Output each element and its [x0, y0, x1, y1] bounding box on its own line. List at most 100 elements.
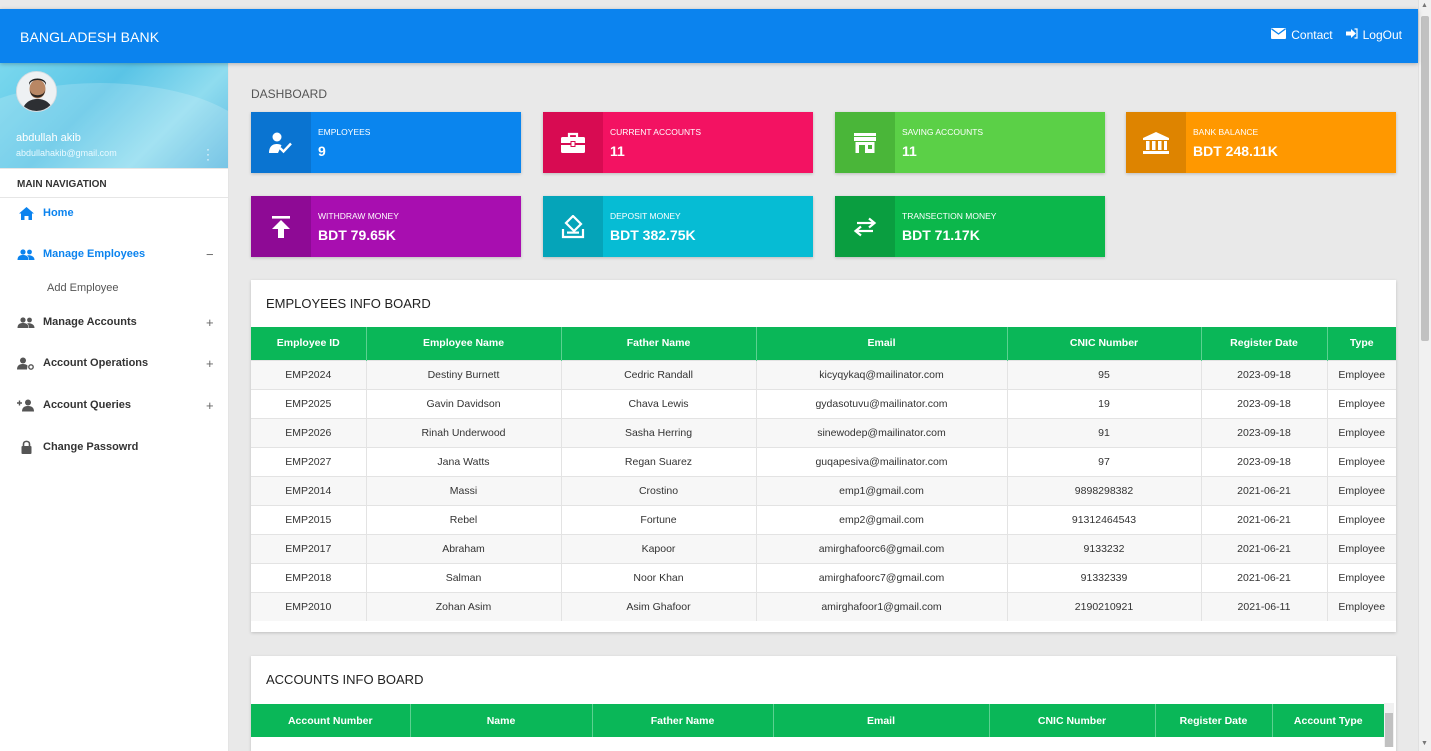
stat-card-employees[interactable]: EMPLOYEES 9 [251, 112, 521, 173]
table-cell: amirghafoorc7@gmail.com [756, 562, 1008, 592]
column-header[interactable]: Employee ID [251, 327, 367, 360]
column-header[interactable]: Employee Name [366, 327, 562, 360]
table-cell: Chava Lewis [561, 388, 757, 418]
table-scrollbar[interactable] [1384, 703, 1394, 747]
table-header-row: Employee ID Employee Name Father Name Em… [251, 327, 1396, 360]
sidebar-item-change-password[interactable]: Change Passowrd [0, 432, 229, 462]
stat-card-saving-accounts[interactable]: SAVING ACCOUNTS 11 [835, 112, 1105, 173]
table-row[interactable]: EMP2014 Massi Crostino emp1@gmail.com 989829… [251, 475, 1396, 505]
contact-link[interactable]: Contact [1271, 28, 1333, 42]
table-cell: Regan Suarez [561, 446, 757, 476]
table-cell: 2023-09-18 [1201, 359, 1328, 389]
stat-value: BDT 71.17K [902, 227, 980, 243]
column-header[interactable]: Register Date [1155, 704, 1273, 737]
user-name: abdullah akib [16, 132, 81, 144]
table-cell: EMP2010 [251, 591, 367, 621]
stat-label: BANK BALANCE [1193, 127, 1259, 137]
brand-title[interactable]: BANGLADESH BANK [20, 29, 159, 45]
column-header[interactable]: Father Name [592, 704, 774, 737]
scroll-down-icon[interactable]: ▼ [1421, 740, 1428, 747]
stat-value: 9 [318, 143, 326, 159]
user-menu-kebab-icon[interactable]: · · · [206, 143, 212, 165]
column-header[interactable]: Type [1327, 327, 1396, 360]
scroll-up-icon[interactable]: ▲ [1421, 2, 1428, 9]
sidebar-item-label: Account Operations [43, 357, 149, 369]
table-cell: 2023-09-18 [1201, 417, 1328, 447]
sidebar-item-account-operations[interactable]: Account Operations + [0, 348, 229, 378]
stat-value: 11 [610, 143, 625, 159]
stat-card-withdraw-money[interactable]: WITHDRAW MONEY BDT 79.65K [251, 196, 521, 257]
table-row[interactable]: EMP2018 Salman Noor Khan amirghafoorc7@gmai… [251, 562, 1396, 592]
employees-table: Employee ID Employee Name Father Name Em… [251, 327, 1396, 621]
sidebar-item-account-queries[interactable]: Account Queries + [0, 390, 229, 420]
table-cell: 9133232 [1007, 533, 1202, 563]
column-header[interactable]: CNIC Number [989, 704, 1156, 737]
stat-card-transection-money[interactable]: TRANSECTION MONEY BDT 71.17K [835, 196, 1105, 257]
table-row[interactable]: EMP2015 Rebel Fortune emp2@gmail.com 9131246… [251, 504, 1396, 534]
table-cell: Employee [1327, 446, 1396, 476]
table-row[interactable]: EMP2026 Rinah Underwood Sasha Herring sinew… [251, 417, 1396, 447]
table-cell: Employee [1327, 591, 1396, 621]
table-cell: EMP2017 [251, 533, 367, 563]
table-cell: Employee [1327, 504, 1396, 534]
accounts-info-card: ACCOUNTS INFO BOARD Account Number Name … [251, 656, 1396, 751]
table-cell: 9898298382 [1007, 475, 1202, 505]
sidebar-item-manage-employees[interactable]: Manage Employees − [0, 239, 229, 269]
briefcase-icon [543, 112, 603, 173]
column-header[interactable]: Father Name [561, 327, 757, 360]
column-header[interactable]: Name [410, 704, 593, 737]
column-header[interactable]: Email [773, 704, 990, 737]
table-cell: Employee [1327, 533, 1396, 563]
expand-icon[interactable]: + [206, 398, 214, 413]
table-cell: EMP2025 [251, 388, 367, 418]
expand-icon[interactable]: + [206, 356, 214, 371]
table-cell: Employee [1327, 475, 1396, 505]
column-header[interactable]: Email [756, 327, 1008, 360]
card-title: ACCOUNTS INFO BOARD [266, 672, 424, 687]
stat-value: 11 [902, 143, 917, 159]
table-cell: Destiny Burnett [366, 359, 562, 389]
stat-value: BDT 382.75K [610, 227, 696, 243]
table-cell: Employee [1327, 359, 1396, 389]
table-row[interactable]: EMP2017 Abraham Kapoor amirghafoorc6@gmail.… [251, 533, 1396, 563]
table-cell: 2021-06-11 [1201, 591, 1328, 621]
table-cell: Cedric Randall [561, 359, 757, 389]
home-icon [17, 205, 35, 221]
scrollbar-thumb[interactable] [1385, 713, 1393, 747]
employees-info-card: EMPLOYEES INFO BOARD Employee ID Employe… [251, 280, 1396, 632]
user-settings-icon [17, 355, 35, 371]
sidebar-subitem-add-employee[interactable]: Add Employee [47, 282, 119, 294]
avatar[interactable] [16, 71, 57, 112]
sidebar-item-home[interactable]: Home [0, 198, 229, 228]
column-header[interactable]: Register Date [1201, 327, 1328, 360]
table-cell: Asim Ghafoor [561, 591, 757, 621]
table-cell: Rebel [366, 504, 562, 534]
scrollbar-thumb[interactable] [1421, 16, 1429, 341]
logout-link[interactable]: LogOut [1345, 28, 1402, 42]
table-row[interactable]: EMP2024 Destiny Burnett Cedric Randall kicy… [251, 359, 1396, 389]
column-header[interactable]: CNIC Number [1007, 327, 1202, 360]
table-cell: amirghafoorc6@gmail.com [756, 533, 1008, 563]
table-cell: 97 [1007, 446, 1202, 476]
nav-header: MAIN NAVIGATION [0, 168, 228, 198]
logout-label: LogOut [1362, 28, 1402, 42]
stat-card-deposit-money[interactable]: DEPOSIT MONEY BDT 382.75K [543, 196, 813, 257]
page-scrollbar[interactable]: ▲ ▼ [1418, 0, 1431, 751]
deposit-icon [543, 196, 603, 257]
expand-icon[interactable]: + [206, 315, 214, 330]
table-cell: 91312464543 [1007, 504, 1202, 534]
upload-icon [251, 196, 311, 257]
collapse-icon[interactable]: − [206, 247, 214, 262]
user-panel: abdullah akib abdullahakib@gmail.com · · · [0, 63, 228, 168]
table-cell: Salman [366, 562, 562, 592]
table-row[interactable]: EMP2010 Zohan Asim Asim Ghafoor amirghafoor… [251, 591, 1396, 621]
stat-card-current-accounts[interactable]: CURRENT ACCOUNTS 11 [543, 112, 813, 173]
column-header[interactable]: Account Type [1272, 704, 1384, 737]
table-row[interactable]: EMP2025 Gavin Davidson Chava Lewis gydasotu… [251, 388, 1396, 418]
column-header[interactable]: Account Number [251, 704, 411, 737]
stat-value: BDT 248.11K [1193, 143, 1278, 159]
person-check-icon [251, 112, 311, 173]
sidebar-item-manage-accounts[interactable]: Manage Accounts + [0, 307, 229, 337]
table-row[interactable]: EMP2027 Jana Watts Regan Suarez guqapesiva@… [251, 446, 1396, 476]
stat-card-bank-balance[interactable]: BANK BALANCE BDT 248.11K [1126, 112, 1396, 173]
